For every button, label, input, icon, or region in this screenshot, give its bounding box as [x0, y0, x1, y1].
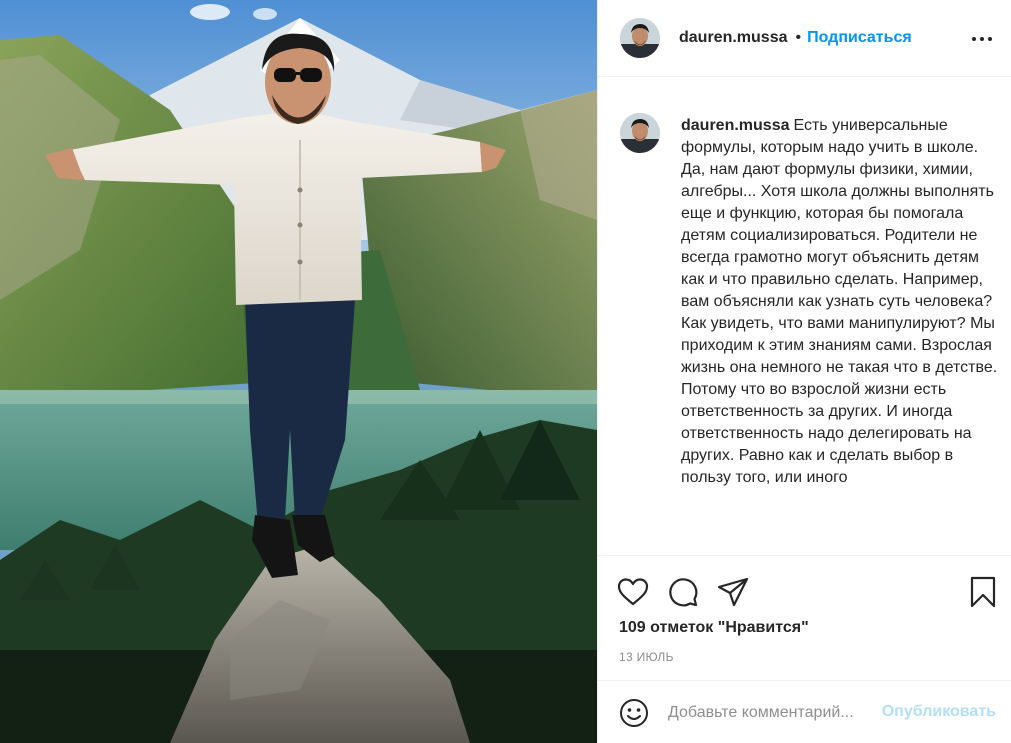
caption-body: Есть универсальные формулы, которым надо… — [681, 117, 998, 486]
caption-username[interactable]: dauren.mussa — [681, 117, 789, 134]
post-image — [0, 0, 597, 743]
avatar[interactable] — [620, 18, 660, 58]
bookmark-icon[interactable] — [966, 575, 1000, 609]
publish-button[interactable]: Опубликовать — [882, 703, 996, 721]
likes-count[interactable]: 109 отметок "Нравится" — [619, 619, 809, 637]
share-icon[interactable] — [716, 575, 750, 609]
post-details-panel: dauren.mussa • Подписаться dauren.mussa Е… — [597, 0, 1011, 743]
avatar-image — [620, 113, 660, 153]
post-actions: 109 отметок "Нравится" 13 июль — [598, 555, 1011, 675]
avatar-image — [620, 18, 660, 58]
post-photo[interactable] — [0, 0, 597, 743]
post-date[interactable]: 13 июль — [619, 650, 674, 664]
comments-section[interactable]: dauren.mussa Есть универсальные формулы, … — [598, 77, 1011, 555]
post-username[interactable]: dauren.mussa — [679, 29, 787, 47]
comment-input[interactable] — [668, 701, 878, 725]
heart-icon[interactable] — [616, 575, 650, 609]
more-options-icon[interactable] — [969, 26, 995, 52]
follow-button[interactable]: Подписаться — [807, 29, 912, 47]
emoji-icon[interactable] — [619, 698, 649, 728]
caption-avatar[interactable] — [620, 113, 660, 153]
comment-icon[interactable] — [666, 575, 700, 609]
caption-text: dauren.mussa Есть универсальные формулы, … — [681, 115, 999, 489]
header-separator: • — [795, 29, 802, 46]
post-header: dauren.mussa • Подписаться — [598, 0, 1011, 77]
add-comment-bar: Опубликовать — [598, 680, 1011, 743]
